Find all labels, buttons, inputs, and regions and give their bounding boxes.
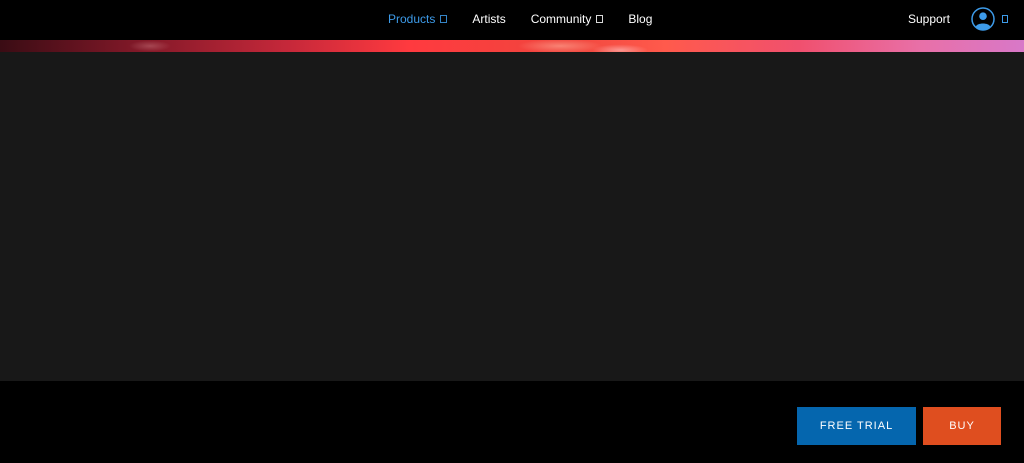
top-navigation: Products Artists Community Blog Support [0,0,1024,40]
user-avatar-icon [971,7,995,31]
page: Products Artists Community Blog Support [0,0,1024,463]
chevron-down-icon [1002,15,1008,23]
nav-item-label: Products [388,12,436,26]
cta-bar: FREE TRIAL BUY [0,381,1024,463]
nav-item-blog[interactable]: Blog [628,12,652,26]
chevron-down-icon [596,15,604,23]
nav-right: Support [908,0,1008,38]
main-content-area [0,52,1024,381]
nav-item-artists[interactable]: Artists [472,12,505,26]
buy-button[interactable]: BUY [923,407,1001,445]
nav-item-label: Community [530,12,592,26]
account-menu-button[interactable] [971,7,1008,31]
support-link[interactable]: Support [908,12,950,26]
nav-item-products[interactable]: Products [388,12,448,26]
nav-item-label: Artists [472,12,506,26]
main-nav: Products Artists Community Blog [388,0,652,38]
nav-item-label: Blog [628,12,653,26]
hero-banner-strip [0,40,1024,52]
free-trial-button[interactable]: FREE TRIAL [797,407,916,445]
chevron-down-icon [440,15,448,23]
nav-item-community[interactable]: Community [531,12,604,26]
